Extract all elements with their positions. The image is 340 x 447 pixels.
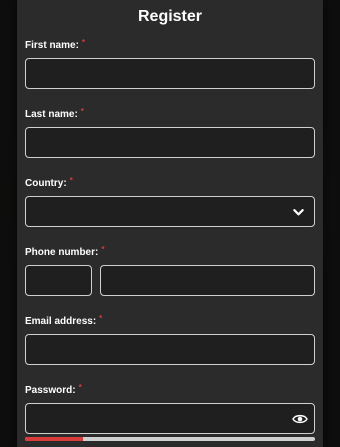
email-label-text: Email address: (25, 316, 97, 327)
phone-number-input[interactable] (101, 266, 314, 295)
first-name-field[interactable] (25, 58, 315, 89)
phone-number-field[interactable] (100, 265, 315, 296)
phone-label-text: Phone number: (25, 247, 99, 258)
required-mark: * (78, 383, 82, 392)
phone-country-code-input[interactable] (26, 266, 91, 295)
password-label-text: Password: (25, 385, 76, 396)
email-label: Email address: * (25, 314, 103, 327)
required-mark: * (99, 314, 103, 323)
phone-country-code-field[interactable] (25, 265, 92, 296)
first-name-label: First name: * (25, 38, 86, 51)
form-title: Register (137, 8, 203, 25)
password-field[interactable] (25, 403, 315, 434)
register-panel: Register First name: * Last name: * Countr… (17, 0, 323, 447)
password-strength-fill (25, 437, 83, 441)
country-label-text: Country: (25, 178, 67, 189)
password-input[interactable] (26, 404, 314, 433)
first-name-label-text: First name: (25, 40, 79, 51)
country-selected-value (26, 197, 314, 226)
phone-label: Phone number: * (25, 245, 105, 258)
last-name-field[interactable] (25, 127, 315, 158)
chevron-down-icon[interactable] (293, 207, 304, 218)
email-input[interactable] (26, 335, 314, 364)
email-field[interactable] (25, 334, 315, 365)
required-mark: * (69, 176, 73, 185)
required-mark: * (101, 245, 105, 254)
first-name-input[interactable] (26, 59, 314, 88)
last-name-input[interactable] (26, 128, 314, 157)
required-mark: * (81, 38, 86, 47)
required-mark: * (80, 107, 84, 116)
last-name-label-text: Last name: (25, 109, 78, 120)
country-select[interactable] (25, 196, 315, 227)
password-strength-meter (25, 437, 315, 441)
last-name-label: Last name: * (25, 107, 84, 120)
eye-icon[interactable] (292, 412, 308, 426)
country-label: Country: * (25, 176, 73, 189)
password-label: Password: * (25, 383, 82, 396)
